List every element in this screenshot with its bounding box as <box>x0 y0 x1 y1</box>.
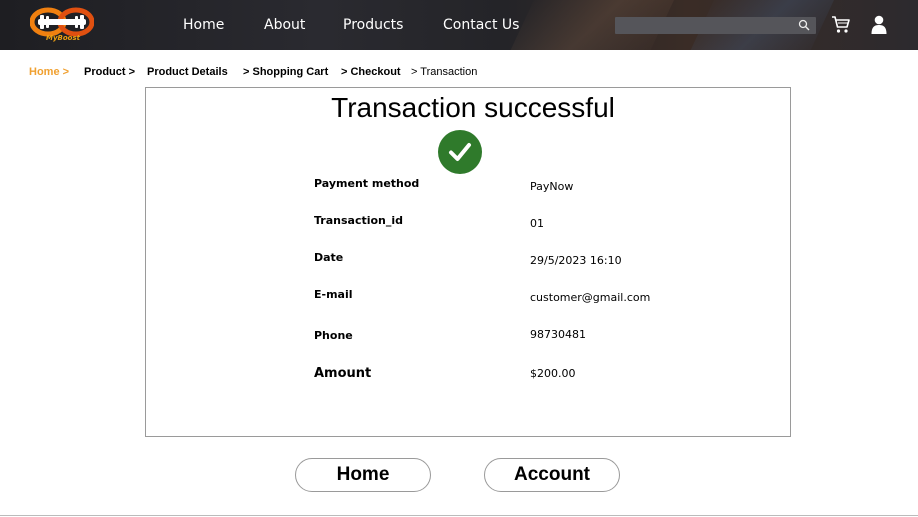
amount-value: $200.00 <box>530 367 576 380</box>
user-icon[interactable] <box>871 15 887 34</box>
divider <box>0 515 918 516</box>
transaction-id-label: Transaction_id <box>314 214 404 227</box>
search-icon[interactable] <box>798 19 810 31</box>
transaction-id-value: 01 <box>530 217 544 230</box>
email-label: E-mail <box>314 288 353 301</box>
breadcrumb-checkout[interactable]: > Checkout <box>341 66 401 78</box>
search-input[interactable] <box>615 21 816 38</box>
nav-contact-us[interactable]: Contact Us <box>443 17 519 33</box>
nav-about[interactable]: About <box>264 17 305 33</box>
email-value: customer@gmail.com <box>530 291 651 304</box>
nav-home[interactable]: Home <box>183 17 224 33</box>
date-value: 29/5/2023 16:10 <box>530 254 622 267</box>
logo-text: MyBoost <box>46 34 80 42</box>
search-bar <box>615 17 816 38</box>
nav-products[interactable]: Products <box>343 17 403 33</box>
phone-label: Phone <box>314 329 353 342</box>
date-label: Date <box>314 251 344 264</box>
breadcrumb-product-details[interactable]: Product Details <box>147 66 228 78</box>
page-title: Transaction successful <box>331 92 615 123</box>
breadcrumb-home[interactable]: Home > <box>29 66 69 78</box>
site-header: MyBoost Home About Products Contact Us <box>0 0 918 50</box>
payment-method-value: PayNow <box>530 180 574 193</box>
breadcrumb-shopping-cart[interactable]: > Shopping Cart <box>243 66 328 78</box>
cart-icon[interactable] <box>831 15 851 34</box>
home-button[interactable]: Home <box>295 458 431 492</box>
payment-method-label: Payment method <box>314 177 420 190</box>
breadcrumb-transaction: > Transaction <box>411 66 478 78</box>
breadcrumb-product[interactable]: Product > <box>84 66 135 78</box>
amount-label: Amount <box>314 366 372 381</box>
phone-value: 98730481 <box>530 328 586 341</box>
account-button[interactable]: Account <box>484 458 620 492</box>
check-icon <box>438 130 482 174</box>
